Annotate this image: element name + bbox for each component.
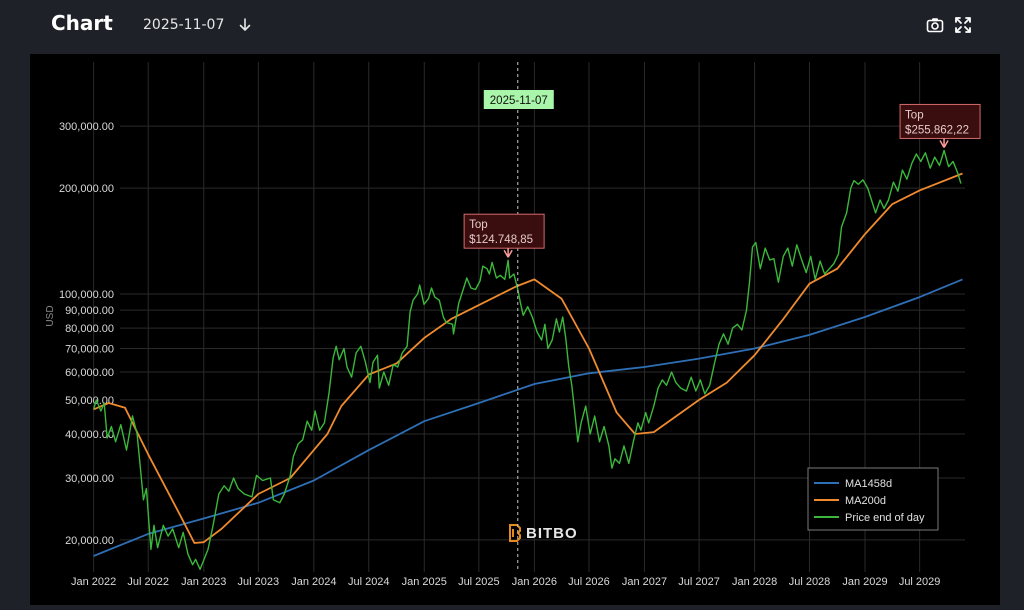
- x-tick-label: Jul 2028: [789, 576, 831, 588]
- x-tick-label: Jul 2023: [238, 576, 280, 588]
- x-tick-label: Jul 2029: [899, 576, 941, 588]
- x-tick-label: Jul 2025: [458, 576, 500, 588]
- y-tick-label: 300,000.00: [59, 121, 114, 133]
- top-bar: Chart 2025-11-07: [0, 0, 1024, 52]
- y-tick-label: 30,000.00: [65, 473, 114, 485]
- x-tick-label: Jan 2026: [512, 576, 557, 588]
- bitbo-logo-icon: [509, 524, 521, 542]
- x-tick-label: Jan 2025: [402, 576, 447, 588]
- annotation-value: $255.862,22: [905, 124, 969, 136]
- y-tick-label: 90,000.00: [65, 305, 114, 317]
- price-chart[interactable]: 20,000.0030,000.0040,000.0050,000.0060,0…: [30, 54, 1000, 605]
- legend-label-ma200: MA200d: [845, 495, 886, 507]
- x-tick-label: Jan 2028: [732, 576, 777, 588]
- x-tick-label: Jul 2026: [568, 576, 610, 588]
- x-tick-label: Jul 2024: [348, 576, 390, 588]
- y-tick-label: 20,000.00: [65, 535, 114, 547]
- date-selector[interactable]: 2025-11-07: [143, 17, 252, 33]
- annotation-title: Top: [469, 219, 488, 231]
- x-tick-label: Jan 2024: [291, 576, 336, 588]
- y-tick-label: 80,000.00: [65, 323, 114, 335]
- legend-label-ma1458: MA1458d: [845, 478, 892, 490]
- fullscreen-icon[interactable]: [954, 16, 972, 34]
- y-axis: 20,000.0030,000.0040,000.0050,000.0060,0…: [59, 121, 114, 547]
- arrow-down-icon: [240, 18, 251, 31]
- y-tick-label: 50,000.00: [65, 395, 114, 407]
- x-tick-label: Jan 2029: [842, 576, 887, 588]
- annotation-arrow: [939, 138, 949, 148]
- x-tick-label: Jan 2022: [71, 576, 116, 588]
- y-tick-label: 70,000.00: [65, 343, 114, 355]
- page-title: Chart: [51, 11, 113, 35]
- x-axis: Jan 2022 Jul 2022 Jan 2023 Jul 2023 Jan 2024…: [71, 576, 940, 588]
- legend: MA1458d MA200d Price end of day: [807, 467, 939, 531]
- annotation-value: $124.748,85: [469, 234, 533, 246]
- y-tick-label: 60,000.00: [65, 367, 114, 379]
- chart-panel: 20,000.00 30,000.00 40,000.00 50,000.00 60,0…: [30, 54, 1000, 605]
- y-axis-title: USD: [45, 305, 56, 326]
- x-tick-label: Jan 2023: [181, 576, 226, 588]
- annotation-arrow: [503, 248, 513, 258]
- x-tick-label: Jul 2022: [127, 576, 169, 588]
- annotation-title: Top: [905, 109, 924, 121]
- x-tick-label: Jan 2027: [622, 576, 667, 588]
- y-tick-label: 200,000.00: [59, 183, 114, 195]
- legend-label-price: Price end of day: [845, 512, 925, 524]
- marker-label: 2025-11-07: [490, 95, 548, 107]
- annotations: Top $124.748,85 Top $255.862,22: [463, 103, 981, 258]
- y-tick-label: 100,000.00: [59, 289, 114, 301]
- camera-icon[interactable]: [926, 16, 944, 34]
- date-marker: 2025-11-07: [483, 62, 554, 572]
- x-tick-label: Jul 2027: [678, 576, 720, 588]
- watermark-text: BITBO: [526, 525, 578, 542]
- selected-date: 2025-11-07: [143, 17, 225, 33]
